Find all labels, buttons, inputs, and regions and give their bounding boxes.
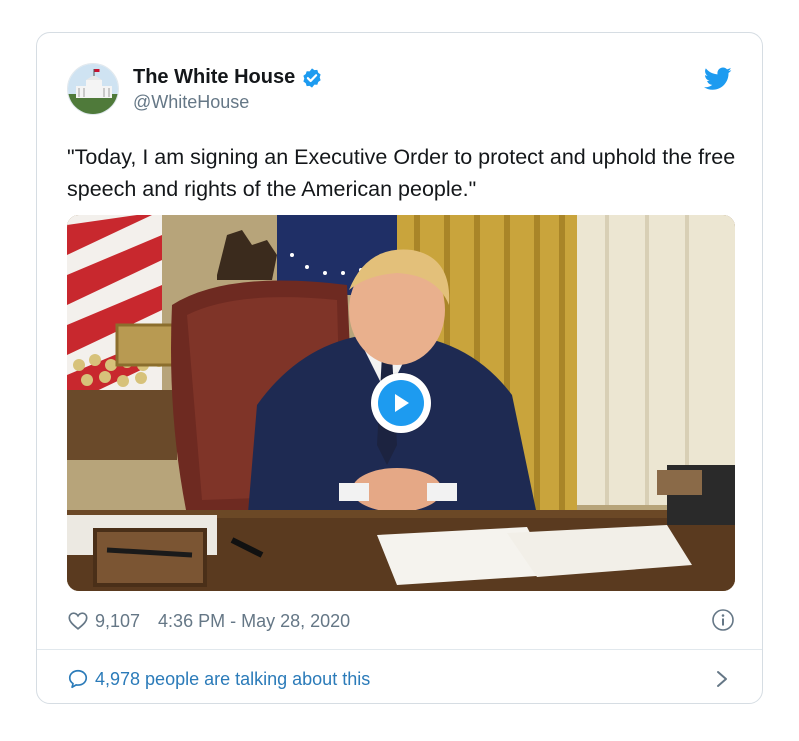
tweet-card[interactable]: The White House @WhiteHouse "Today, I am…	[36, 32, 763, 704]
handle[interactable]: @WhiteHouse	[133, 92, 323, 113]
chevron-right-icon[interactable]	[715, 670, 729, 688]
like-count[interactable]: 9,107	[95, 611, 140, 632]
display-name[interactable]: The White House	[133, 66, 295, 89]
conversation-label[interactable]: 4,978 people are talking about this	[95, 669, 370, 690]
verified-badge-icon	[301, 67, 323, 89]
info-icon[interactable]	[711, 608, 735, 632]
reply-icon	[67, 668, 89, 690]
play-icon	[378, 380, 424, 426]
tweet-text: "Today, I am signing an Executive Order …	[67, 145, 736, 201]
tweet-meta: 9,107 4:36 PM - May 28, 2020	[67, 608, 735, 634]
timestamp[interactable]: 4:36 PM - May 28, 2020	[158, 611, 350, 632]
twitter-logo-icon[interactable]	[703, 67, 732, 91]
tweet-video[interactable]	[67, 215, 735, 591]
play-button[interactable]	[371, 373, 431, 433]
avatar[interactable]	[67, 63, 119, 115]
author-info: The White House @WhiteHouse	[133, 66, 323, 113]
divider	[37, 649, 762, 650]
conversation-link[interactable]: 4,978 people are talking about this	[67, 664, 735, 694]
heart-icon[interactable]	[67, 610, 89, 632]
